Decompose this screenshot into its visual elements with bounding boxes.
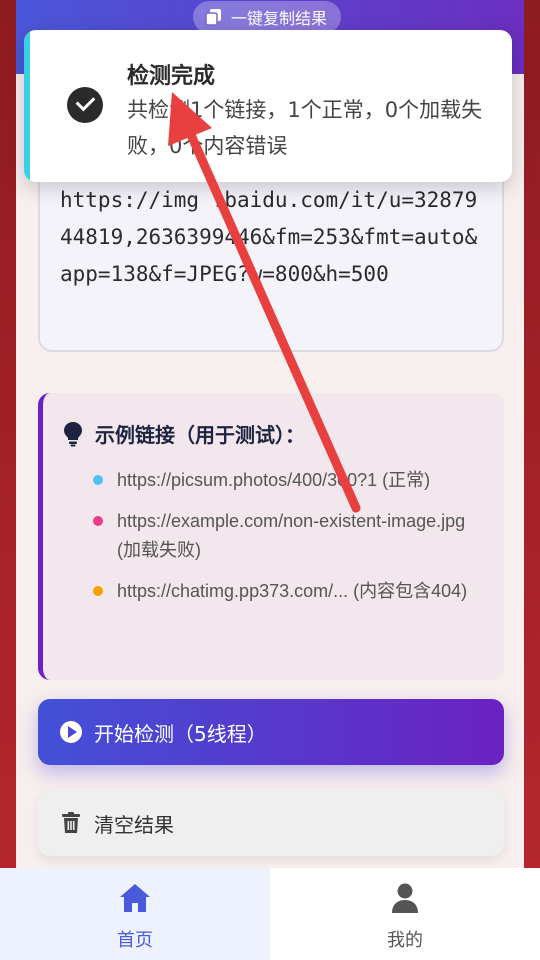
status-dot: [93, 475, 103, 485]
example-link-item[interactable]: https://example.com/non-existent-image.j…: [63, 507, 484, 565]
trash-icon: [62, 812, 80, 834]
copy-results-button[interactable]: 一键复制结果: [193, 1, 342, 33]
background-frame-left: [0, 0, 16, 868]
copy-results-label: 一键复制结果: [231, 9, 328, 28]
example-links-panel: 示例链接（用于测试）： https://picsum.photos/400/30…: [38, 393, 504, 680]
url-input-value: https://img .baidu.com/it/u=3287944819,2…: [60, 188, 478, 286]
status-dot: [93, 516, 103, 526]
example-link-item[interactable]: https://chatimg.pp373.com/... (内容包含404): [63, 577, 484, 606]
background-frame-right: [524, 0, 540, 868]
toast-title: 检测完成: [127, 64, 216, 89]
lightbulb-icon: [63, 421, 83, 447]
copy-icon: [205, 8, 223, 26]
toast-notification: 检测完成 共检测1个链接，1个正常，0个加载失败，0个内容错误: [24, 30, 512, 182]
start-detection-button[interactable]: 开始检测（5线程）: [38, 699, 504, 765]
bottom-tab-bar: 首页 我的: [0, 868, 540, 960]
clear-results-button[interactable]: 清空结果: [38, 790, 504, 856]
play-icon: [60, 721, 82, 743]
status-dot: [93, 586, 103, 596]
tab-home[interactable]: 首页: [0, 868, 270, 960]
user-icon: [388, 882, 422, 914]
home-icon: [118, 882, 152, 914]
example-link-item[interactable]: https://picsum.photos/400/300?1 (正常): [63, 466, 484, 495]
check-circle-icon: [67, 87, 103, 123]
toast-message: 共检测1个链接，1个正常，0个加载失败，0个内容错误: [127, 98, 483, 158]
tab-mine[interactable]: 我的: [270, 868, 540, 960]
example-links-title: 示例链接（用于测试）：: [63, 419, 484, 448]
